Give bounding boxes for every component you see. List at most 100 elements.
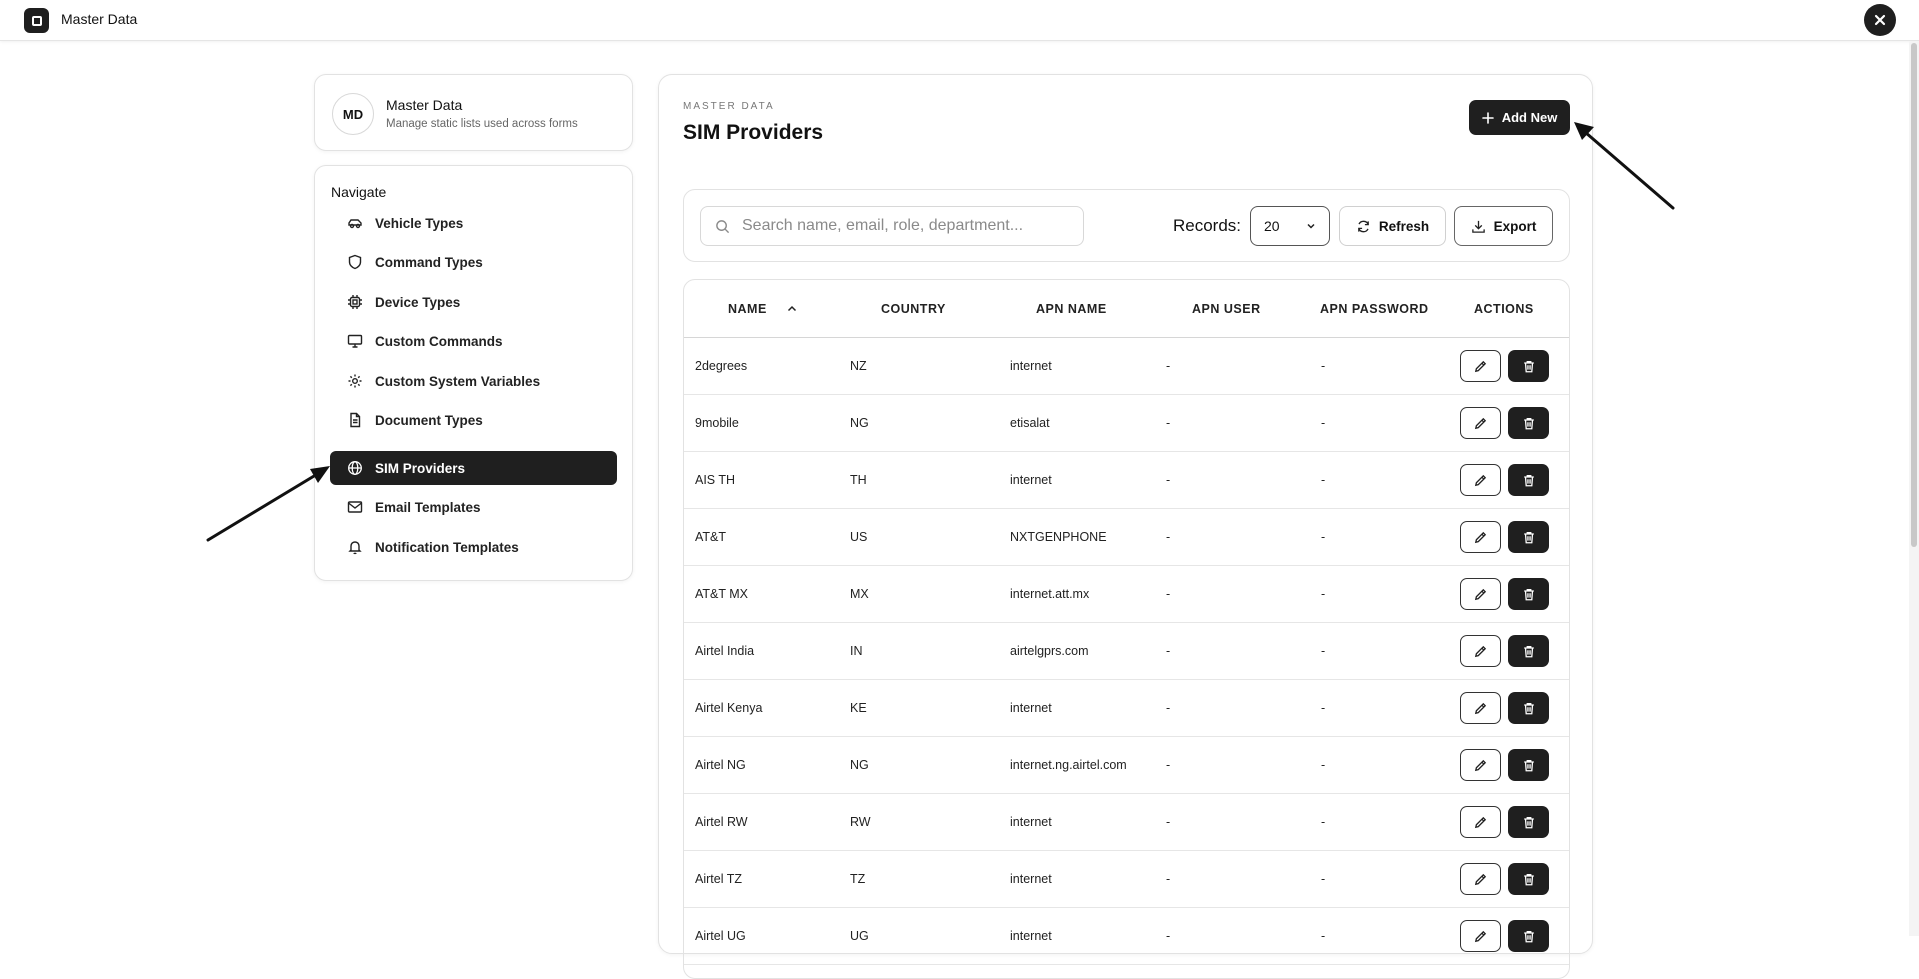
add-new-button[interactable]: Add New [1469, 100, 1570, 135]
page-title: SIM Providers [683, 121, 824, 144]
app-title: Master Data [61, 11, 138, 27]
globe-icon [347, 460, 363, 476]
delete-button[interactable] [1508, 920, 1549, 952]
cell-apn-user: - [1166, 359, 1171, 373]
table-row: Airtel TZ TZ internet - - [684, 851, 1569, 908]
pencil-icon [1474, 360, 1487, 372]
column-header-country[interactable]: COUNTRY [881, 302, 946, 316]
cell-country: IN [850, 644, 863, 658]
sidebar-item-command-types[interactable]: Command Types [330, 245, 617, 279]
delete-button[interactable] [1508, 635, 1549, 667]
close-icon [1874, 14, 1886, 26]
cell-apn-name: internet [1010, 815, 1052, 829]
delete-button[interactable] [1508, 350, 1549, 382]
refresh-button[interactable]: Refresh [1339, 206, 1446, 246]
close-button[interactable] [1864, 4, 1896, 36]
column-header-apn-password[interactable]: APN PASSWORD [1320, 302, 1429, 316]
sidebar-item-vehicle-types[interactable]: Vehicle Types [330, 206, 617, 240]
cell-apn-name: internet [1010, 701, 1052, 715]
cell-apn-user: - [1166, 758, 1171, 772]
delete-button[interactable] [1508, 692, 1549, 724]
sidebar-item-notification-templates[interactable]: Notification Templates [330, 530, 617, 564]
column-header-apn-user[interactable]: APN USER [1192, 302, 1261, 316]
page-scrollbar[interactable] [1909, 41, 1919, 936]
sidebar-item-label: SIM Providers [375, 460, 466, 476]
table-header: NAME COUNTRY APN NAME APN USER APN PASSW… [684, 280, 1569, 338]
edit-button[interactable] [1460, 521, 1501, 553]
sidebar-item-document-types[interactable]: Document Types [330, 403, 617, 437]
cell-apn-user: - [1166, 416, 1171, 430]
add-new-label: Add New [1501, 110, 1558, 125]
trash-icon [1523, 588, 1534, 600]
trash-icon [1523, 531, 1534, 543]
cell-apn-name: internet.att.mx [1010, 587, 1090, 601]
edit-button[interactable] [1460, 749, 1501, 781]
sidebar-item-sim-providers[interactable]: SIM Providers [330, 451, 617, 485]
cell-name: 2degrees [695, 359, 748, 373]
cell-apn-password: - [1321, 815, 1326, 829]
trash-icon [1523, 474, 1534, 486]
trash-icon [1523, 360, 1534, 372]
sidebar-item-label: Custom Commands [375, 333, 503, 349]
trash-icon [1523, 930, 1534, 942]
cell-apn-user: - [1166, 530, 1171, 544]
records-per-page-select[interactable]: 20 [1250, 206, 1330, 246]
cell-apn-name: etisalat [1010, 416, 1050, 430]
scrollbar-thumb[interactable] [1911, 43, 1917, 547]
delete-button[interactable] [1508, 521, 1549, 553]
cell-apn-user: - [1166, 473, 1171, 487]
cell-name: Airtel TZ [695, 872, 742, 886]
delete-button[interactable] [1508, 464, 1549, 496]
cell-name: 9mobile [695, 416, 739, 430]
delete-button[interactable] [1508, 749, 1549, 781]
trash-icon [1523, 873, 1534, 885]
cell-country: RW [850, 815, 871, 829]
cell-apn-name: internet [1010, 359, 1052, 373]
search-input[interactable] [742, 217, 1062, 235]
trash-icon [1523, 816, 1534, 828]
cell-country: NZ [850, 359, 867, 373]
sidebar-item-label: Custom System Variables [375, 373, 541, 389]
cell-apn-user: - [1166, 815, 1171, 829]
edit-button[interactable] [1460, 350, 1501, 382]
delete-button[interactable] [1508, 407, 1549, 439]
edit-button[interactable] [1460, 692, 1501, 724]
mail-icon [347, 499, 363, 515]
edit-button[interactable] [1460, 920, 1501, 952]
delete-button[interactable] [1508, 806, 1549, 838]
cell-name: AT&T MX [695, 587, 749, 601]
bell-icon [347, 539, 363, 555]
edit-button[interactable] [1460, 464, 1501, 496]
cell-apn-user: - [1166, 587, 1171, 601]
edit-button[interactable] [1460, 578, 1501, 610]
column-header-name[interactable]: NAME [728, 302, 797, 316]
cell-name: AIS TH [695, 473, 736, 487]
annotation-arrow-add-new [1574, 122, 1675, 210]
delete-button[interactable] [1508, 863, 1549, 895]
search-box[interactable] [700, 206, 1084, 246]
edit-button[interactable] [1460, 407, 1501, 439]
cell-name: Airtel India [695, 644, 755, 658]
edit-button[interactable] [1460, 806, 1501, 838]
column-header-apn-name[interactable]: APN NAME [1036, 302, 1107, 316]
edit-button[interactable] [1460, 635, 1501, 667]
edit-button[interactable] [1460, 863, 1501, 895]
gear-icon [347, 373, 363, 389]
sidebar-item-email-templates[interactable]: Email Templates [330, 490, 617, 524]
pencil-icon [1474, 474, 1487, 486]
annotation-arrow-sim-providers [206, 466, 330, 542]
delete-button[interactable] [1508, 578, 1549, 610]
pencil-icon [1474, 417, 1487, 429]
pencil-icon [1474, 588, 1487, 600]
sidebar-item-label: Email Templates [375, 499, 481, 515]
header-card-subtitle: Manage static lists used across forms [386, 118, 578, 130]
sidebar-item-device-types[interactable]: Device Types [330, 285, 617, 319]
trash-icon [1523, 702, 1534, 714]
export-button[interactable]: Export [1454, 206, 1553, 246]
cell-country: KE [850, 701, 867, 715]
sidebar-item-custom-commands[interactable]: Custom Commands [330, 324, 617, 358]
chip-icon [347, 294, 363, 310]
sidebar-item-custom-system-variables[interactable]: Custom System Variables [330, 364, 617, 398]
cell-apn-password: - [1321, 701, 1326, 715]
cell-apn-name: airtelgprs.com [1010, 644, 1089, 658]
